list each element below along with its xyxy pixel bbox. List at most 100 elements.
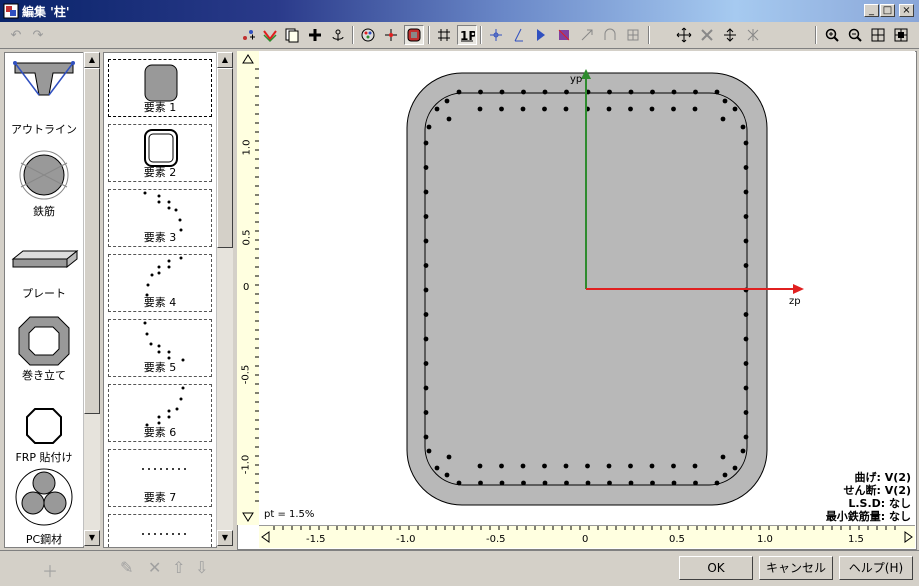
add-icon[interactable]: ＋	[42, 558, 58, 582]
y-axis-label: yp	[570, 74, 583, 85]
add-cross-icon[interactable]	[305, 25, 325, 45]
section-view-icon[interactable]	[404, 25, 424, 45]
scroll-up-icon[interactable]: ▲	[84, 52, 100, 68]
undo-button[interactable]: ↶	[6, 25, 26, 45]
rebar-dot	[740, 448, 746, 454]
scroll-down-icon[interactable]: ▼	[84, 530, 100, 546]
help-button[interactable]: ヘルプ(H)	[839, 556, 913, 580]
axis-icon[interactable]	[381, 25, 401, 45]
mirror-icon[interactable]	[531, 25, 551, 45]
y-tick-label: -0.5	[240, 364, 252, 385]
jacketing-shape-icon[interactable]	[5, 315, 83, 367]
redo-button[interactable]: ↷	[28, 25, 48, 45]
palette-scrollbar[interactable]: ▲ ▼	[83, 52, 100, 546]
section-canvas[interactable]	[259, 51, 915, 525]
close-button[interactable]: ×	[899, 4, 914, 17]
pc-strand-shape-icon[interactable]	[5, 467, 83, 527]
rotate-icon[interactable]	[509, 25, 529, 45]
scale-icon[interactable]	[577, 25, 597, 45]
rebar-dot	[423, 140, 429, 146]
element-item-6[interactable]: 要素 6	[108, 384, 212, 442]
rebar-dot	[564, 89, 569, 95]
outline-shape-icon[interactable]	[5, 59, 83, 111]
y-tick-labels: 1.0 0.5 0 -0.5 -1.0	[237, 51, 259, 525]
rebar-dot	[423, 263, 429, 268]
ok-button[interactable]: OK	[679, 556, 753, 580]
rebar-dot	[628, 89, 634, 95]
array-icon[interactable]	[623, 25, 643, 45]
element-list-scrollbar[interactable]: ▲ ▼	[216, 52, 233, 546]
move-down-icon[interactable]: ⇩	[195, 558, 208, 577]
zoom-fit-icon[interactable]	[868, 25, 888, 45]
zoom-window-icon[interactable]	[891, 25, 911, 45]
scroll-up-icon[interactable]: ▲	[217, 52, 233, 68]
move-origin-icon[interactable]	[486, 25, 506, 45]
element-item-3[interactable]: 要素 3	[108, 189, 212, 247]
zoom-out-icon[interactable]	[845, 25, 865, 45]
minimize-button[interactable]: _	[864, 4, 879, 17]
scroll-thumb[interactable]	[217, 68, 233, 248]
rebar-dot	[478, 480, 483, 486]
flip-icon[interactable]	[554, 25, 574, 45]
y-tick-label: 1.0	[241, 139, 253, 156]
move-up-icon[interactable]: ⇧	[172, 558, 185, 577]
rebar-dot	[628, 463, 633, 469]
rebar-dot	[693, 480, 698, 486]
grid-icon[interactable]	[434, 25, 454, 45]
palette-label-rebar: 鉄筋	[33, 205, 55, 218]
bottom-bar: ＋ ✎ ✕ ⇧ ⇩ OK キャンセル ヘルプ(H)	[0, 550, 919, 586]
lsd-status: L.S.D: なし	[848, 497, 911, 510]
frp-shape-icon[interactable]	[5, 407, 83, 447]
element-item-7[interactable]: 要素 7	[108, 449, 212, 507]
plate-shape-icon[interactable]	[5, 247, 83, 277]
polyline-icon[interactable]	[260, 25, 280, 45]
rebar-dot	[444, 472, 450, 478]
rebar-dot	[456, 89, 462, 95]
rebar-dot	[434, 106, 440, 112]
rebar-dot	[606, 463, 612, 469]
element-label: 要素 1	[143, 101, 177, 114]
offset-icon[interactable]	[600, 25, 620, 45]
maximize-button[interactable]: □	[880, 4, 895, 17]
anchor-icon[interactable]	[328, 25, 348, 45]
copy-icon[interactable]	[282, 25, 302, 45]
element-item-1[interactable]: 要素 1	[108, 59, 212, 117]
rebar-dot	[743, 165, 749, 170]
rebar-dot	[743, 434, 749, 440]
scroll-thumb[interactable]	[84, 68, 100, 414]
delete-icon[interactable]	[697, 25, 717, 45]
x-tick-label: 1.0	[757, 534, 773, 545]
element-item-8[interactable]	[108, 514, 212, 547]
app-icon[interactable]	[3, 3, 19, 19]
rebar-dot	[720, 116, 726, 122]
x-tick-labels: -1.5 -1.0 -0.5 0 0.5 1.0 1.5	[259, 534, 915, 548]
zoom-in-icon[interactable]	[822, 25, 842, 45]
trim-icon[interactable]	[743, 25, 763, 45]
rebar-dot	[499, 89, 505, 95]
add-point-icon[interactable]	[238, 25, 258, 45]
element-item-2[interactable]: 要素 2	[108, 124, 212, 182]
edit-icon[interactable]: ✎	[120, 558, 133, 577]
y-tick-label: -1.0	[240, 454, 252, 475]
rebar-dot	[606, 106, 612, 112]
rebar-dot	[693, 89, 698, 95]
rebar-shape-icon[interactable]	[5, 149, 83, 200]
rebar-dot	[499, 106, 504, 112]
cancel-button[interactable]: キャンセル	[759, 556, 833, 580]
element-item-4[interactable]: 要素 4	[108, 254, 212, 312]
toolbar: ↶ ↷ 1P	[0, 22, 919, 49]
palette-icon[interactable]	[358, 25, 378, 45]
remove-icon[interactable]: ✕	[148, 558, 161, 577]
rebar-dot	[521, 89, 526, 95]
rebar-dot	[444, 98, 450, 104]
rebar-dot	[649, 106, 655, 112]
scroll-down-icon[interactable]: ▼	[217, 530, 233, 546]
element-item-5[interactable]: 要素 5	[108, 319, 212, 377]
move-icon[interactable]	[720, 25, 740, 45]
snap-icon[interactable]: 1P	[457, 25, 477, 45]
pan-icon[interactable]	[674, 25, 694, 45]
rebar-dot	[743, 140, 749, 146]
rebar-dot	[563, 106, 569, 112]
z-axis-arrow	[793, 284, 804, 294]
rebar-dot	[743, 238, 749, 244]
